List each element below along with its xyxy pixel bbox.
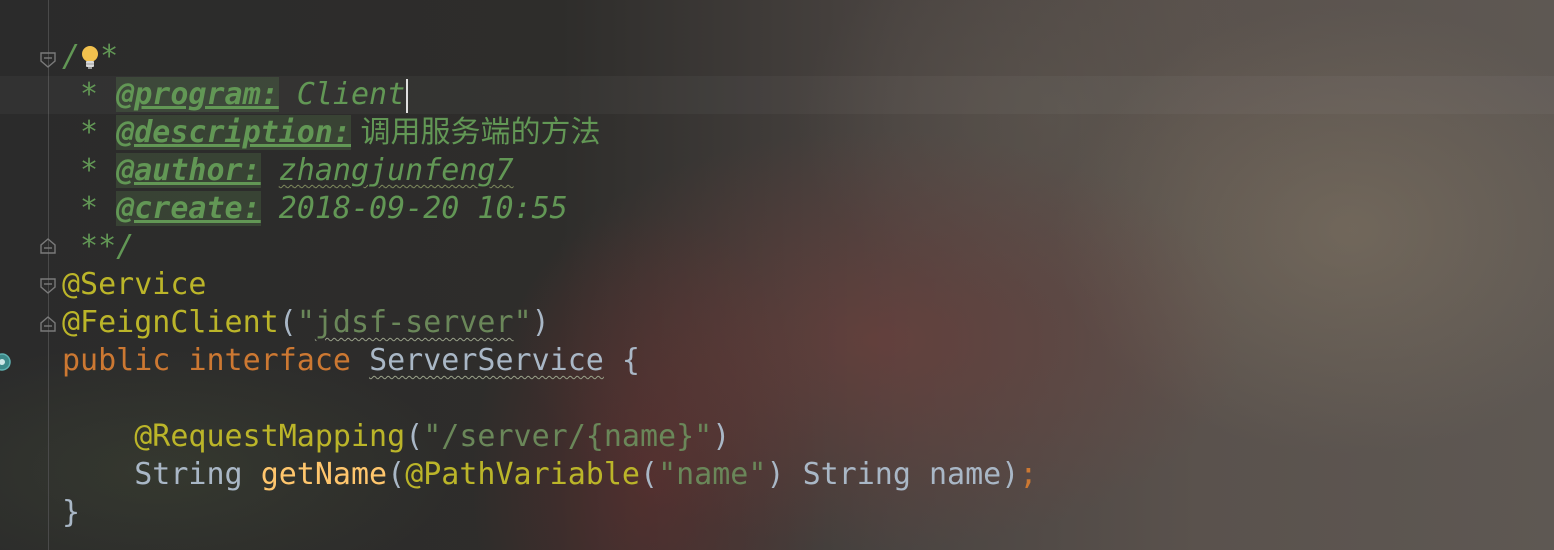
code-line-12[interactable]: String getName(@PathVariable("name") Str… (62, 456, 1037, 494)
javadoc-tag-author: @author: (116, 153, 261, 188)
javadoc-value-description: 调用服务端的方法 (351, 115, 601, 150)
comment-star: * (62, 153, 117, 188)
code-line-2[interactable]: * @program: Client (62, 76, 409, 114)
code-line-6[interactable]: **/ (62, 228, 134, 266)
comment-star: * (62, 191, 117, 226)
interface-name: ServerService (369, 343, 604, 378)
feign-client-value: jdsf-server (314, 305, 514, 340)
comment-star: * (62, 77, 117, 112)
code-line-1[interactable]: / * (62, 38, 118, 76)
code-line-9[interactable]: public interface ServerService { (62, 342, 640, 380)
fold-open-icon[interactable] (39, 51, 57, 69)
brace-close: } (62, 495, 81, 530)
code-line-7[interactable]: @Service (62, 266, 207, 304)
feign-client-annotation: @FeignClient (62, 305, 279, 340)
param-type: String (802, 457, 911, 492)
text-caret (406, 78, 409, 113)
return-type: String (134, 457, 243, 492)
comment-open-star: * (100, 39, 119, 74)
request-mapping-annotation: @RequestMapping (134, 419, 406, 454)
comment-star: * (62, 115, 117, 150)
request-mapping-value: "/server/{name}" (423, 419, 713, 454)
path-variable-annotation: @PathVariable (405, 457, 640, 492)
code-line-5[interactable]: * @create: 2018-09-20 10:55 (62, 190, 568, 228)
code-line-11[interactable]: @RequestMapping("/server/{name}") (62, 418, 730, 456)
method-name: getName (260, 457, 388, 492)
javadoc-value-author: zhangjunfeng7 (278, 153, 514, 188)
semicolon: ; (1019, 457, 1038, 492)
implemented-interface-icon[interactable] (0, 352, 12, 372)
fold-close-icon[interactable] (39, 237, 57, 255)
code-editor[interactable]: / * * @program: Client * @description: 调… (0, 0, 1554, 550)
comment-open: / (62, 39, 81, 74)
comment-close: **/ (62, 229, 135, 264)
javadoc-value-program: Client (278, 77, 406, 112)
keyword-interface: interface (188, 343, 351, 378)
code-line-4[interactable]: * @author: zhangjunfeng7 (62, 152, 514, 190)
path-variable-value: "name" (658, 457, 767, 492)
javadoc-value-create: 2018-09-20 10:55 (260, 191, 568, 226)
fold-close-icon[interactable] (39, 315, 57, 333)
javadoc-tag-program: @program: (116, 77, 279, 112)
lightbulb-icon[interactable] (80, 43, 100, 73)
param-name: name (929, 457, 1002, 492)
code-line-8[interactable]: @FeignClient("jdsf-server") (62, 304, 550, 342)
code-line-3[interactable]: * @description: 调用服务端的方法 (62, 114, 601, 152)
service-annotation: @Service (62, 267, 207, 302)
javadoc-tag-create: @create: (116, 191, 261, 226)
code-line-13[interactable]: } (62, 494, 80, 532)
keyword-public: public (62, 343, 171, 378)
fold-open-icon[interactable] (39, 277, 57, 295)
brace-open: { (603, 343, 640, 378)
javadoc-tag-description: @description: (116, 115, 351, 150)
